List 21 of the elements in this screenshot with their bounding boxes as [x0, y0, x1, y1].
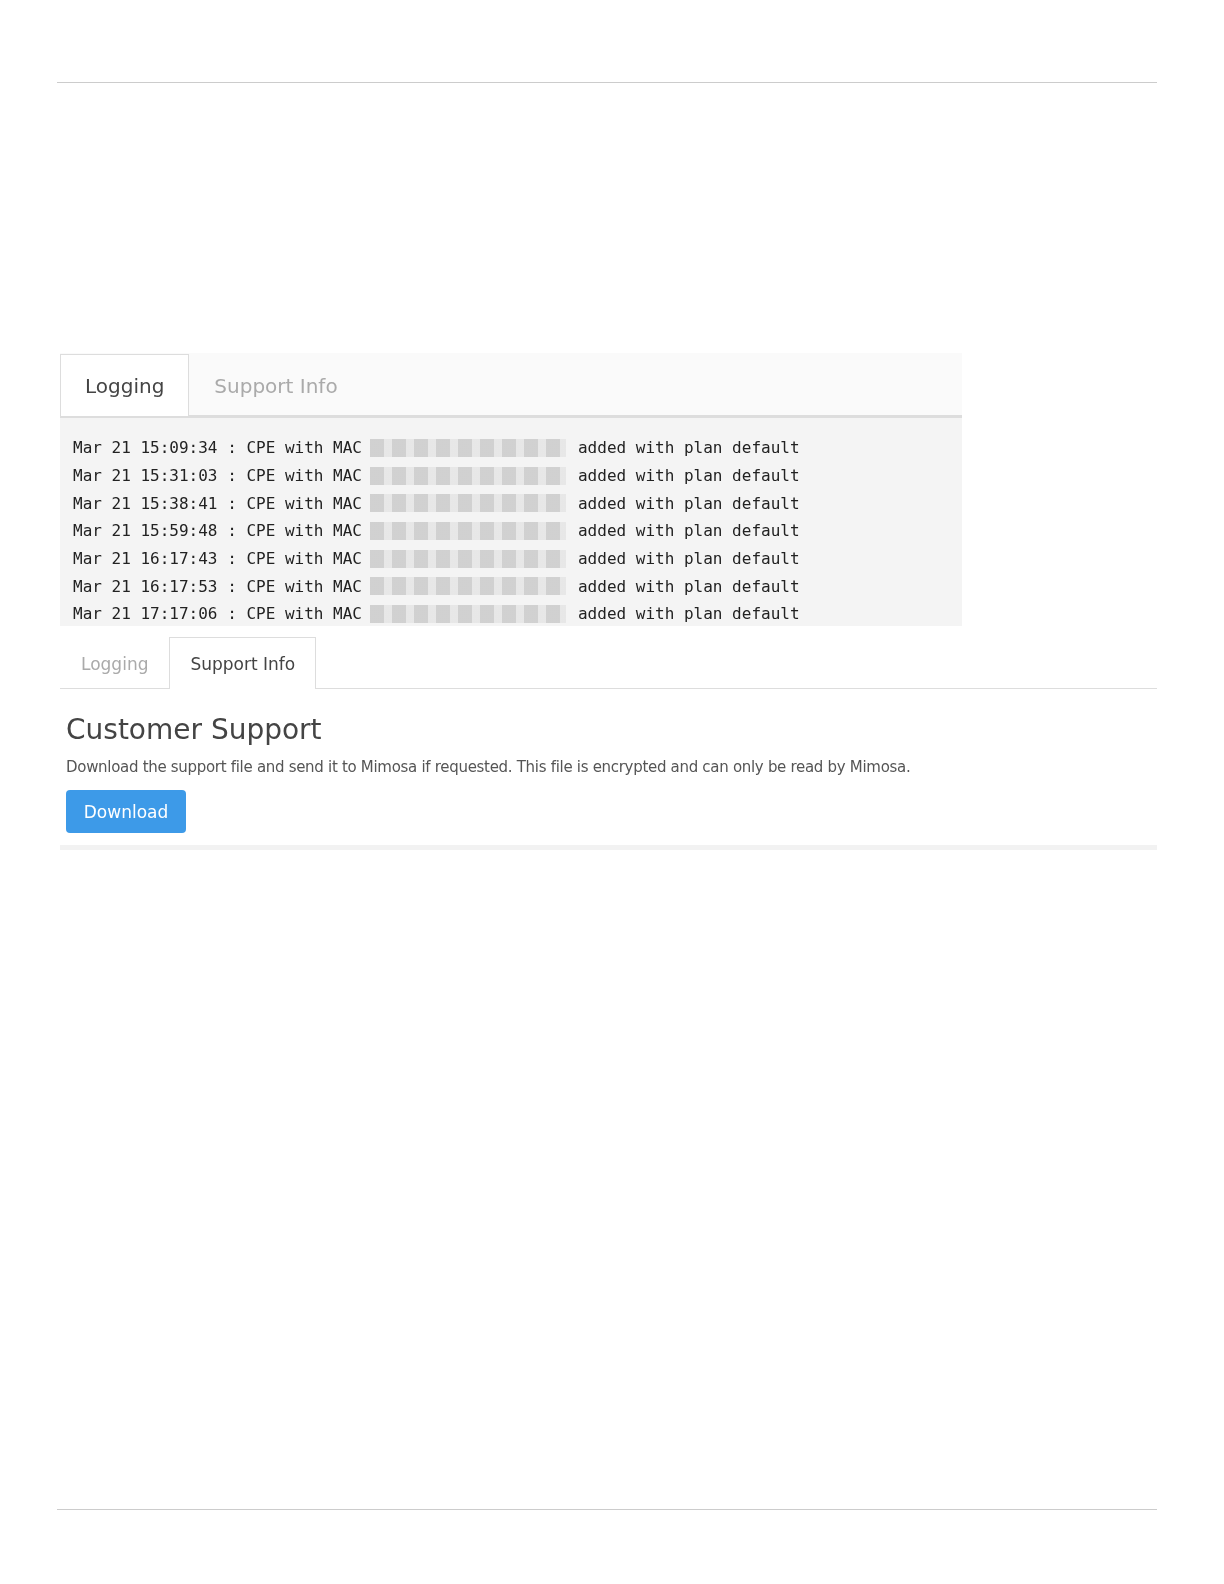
tab[interactable]: Support Info [169, 637, 317, 689]
log-text: Mar 21 15:09:34 : CPE with MAC [73, 438, 362, 458]
description-text: Download the support file and send it to Mimosa if requested. This file is encrypted and can only be read by Mimosa. [66, 758, 911, 776]
log-text: Mar 21 16:17:43 : CPE with MAC [73, 549, 362, 569]
log-text: Mar 21 15:31:03 : CPE with MAC [73, 466, 362, 486]
log-text: added with plan default [578, 549, 800, 569]
log-text: added with plan default [578, 521, 800, 541]
log-text: added with plan default [578, 493, 800, 513]
log-text: added with plan default [578, 576, 800, 596]
log-text: Mar 21 17:17:06 : CPE with MAC [73, 604, 362, 624]
tab[interactable]: Logging [60, 637, 170, 689]
tab[interactable]: Logging [60, 354, 190, 416]
log-text: Mar 21 15:59:48 : CPE with MAC [73, 521, 362, 541]
log-text: added with plan default [578, 604, 800, 624]
log-text: added with plan default [578, 466, 800, 486]
tab[interactable]: Support Info [189, 354, 363, 416]
download-button[interactable]: Download [66, 790, 186, 833]
log-text: Mar 21 16:17:53 : CPE with MAC [73, 576, 362, 596]
log-text: Mar 21 15:38:41 : CPE with MAC [73, 493, 362, 513]
log-text: added with plan default [578, 438, 800, 458]
section-heading: Customer Support [66, 713, 322, 746]
